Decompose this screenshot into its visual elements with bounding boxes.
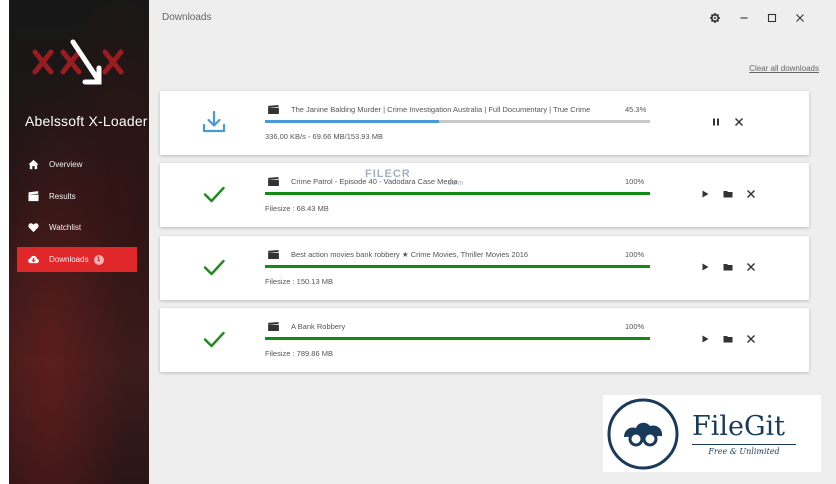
sidebar-item-results[interactable]: Results [17,184,137,209]
download-item: Crime Patrol - Episode 40 - Vadodara Cas… [160,163,809,227]
close-icon [747,190,755,198]
folder-icon [723,264,733,271]
sidebar-item-label: Results [49,192,76,201]
progress-fill [265,265,650,268]
sidebar-item-downloads[interactable]: Downloads 1 [17,247,137,272]
remove-download-button[interactable] [732,115,746,129]
checkmark-icon [203,186,225,203]
gear-icon [710,13,720,23]
close-icon [796,14,804,22]
play-icon [702,190,709,198]
download-icon [202,110,226,133]
progress-fill [265,192,650,195]
progress-fill [265,120,440,123]
folder-icon [723,191,733,198]
sidebar-item-label: Overview [49,160,83,169]
progress-bar [265,337,650,340]
play-button[interactable] [698,332,712,346]
film-icon [268,250,279,259]
minimize-button[interactable] [736,10,752,26]
x-loader-logo [32,39,124,85]
remove-download-button[interactable] [744,187,758,201]
download-filesize: Filesize : 789.86 MB [265,349,333,358]
progress-bar [265,120,650,123]
progress-bar [265,265,650,268]
sidebar-item-label: Downloads [49,255,89,264]
download-percent: 100% [625,322,645,331]
filegit-logo [607,398,679,469]
checkmark-icon [203,331,225,348]
download-item: A Bank Robbery 100% Filesize : 789.86 MB [160,308,809,372]
download-percent: 100% [625,250,645,259]
pause-button[interactable] [709,115,723,129]
film-icon [27,191,39,203]
download-item: Best action movies bank robbery ★ Crime … [160,236,809,300]
film-icon [268,177,279,186]
app-name: Abelssoft X-Loader [25,113,148,129]
download-item: The Janine Balding Murder | Crime Invest… [160,91,809,155]
play-button[interactable] [698,260,712,274]
open-folder-button[interactable] [721,187,735,201]
pause-icon [713,118,719,126]
sidebar-item-overview[interactable]: Overview [17,152,137,177]
filecr-watermark: FILECR .com [365,168,464,187]
minimize-icon [740,17,748,19]
remove-download-button[interactable] [744,260,758,274]
filegit-name: FileGit [692,410,786,442]
watermark-text: FILECR [365,168,411,180]
open-folder-button[interactable] [721,332,735,346]
film-icon [268,322,279,331]
sidebar-item-label: Watchlist [49,223,82,232]
progress-bar [265,192,650,195]
close-icon [747,263,755,271]
filegit-divider [692,443,796,445]
home-icon [27,159,39,171]
clear-all-downloads-link[interactable]: Clear all downloads [749,64,819,73]
download-percent: 45.3% [625,105,647,114]
download-title: The Janine Balding Murder | Crime Invest… [291,105,591,114]
play-button[interactable] [698,187,712,201]
open-folder-button[interactable] [721,260,735,274]
download-percent: 100% [625,177,645,186]
close-window-button[interactable] [792,10,808,26]
download-filesize: Filesize : 68.43 MB [265,204,329,213]
download-filesize: Filesize : 150.13 MB [265,277,333,286]
watermark-sub: .com [445,180,465,187]
download-title: A Bank Robbery [291,322,346,331]
checkmark-icon [203,259,225,276]
close-icon [735,118,743,126]
maximize-button[interactable] [764,10,780,26]
downloads-count-badge: 1 [93,254,104,265]
remove-download-button[interactable] [744,332,758,346]
page-title: Downloads [162,12,212,23]
progress-fill [265,337,650,340]
download-speed-status: 336.00 KB/s - 69.66 MB/153.93 MB [265,132,383,141]
folder-icon [723,336,733,343]
window-left-edge [0,0,9,484]
download-title: Best action movies bank robbery ★ Crime … [291,250,529,259]
play-icon [702,263,709,271]
sidebar: Abelssoft X-Loader Overview Results Watc… [9,0,149,484]
film-icon [268,105,279,114]
heart-icon [27,222,39,234]
filegit-watermark: FileGit Free & Unlimited [603,395,821,472]
settings-button[interactable] [707,10,723,26]
sidebar-item-watchlist[interactable]: Watchlist [17,215,137,240]
cloud-download-icon [27,254,39,266]
close-icon [747,335,755,343]
play-icon [702,335,709,343]
maximize-icon [767,13,777,23]
filegit-tagline: Free & Unlimited [708,446,780,456]
